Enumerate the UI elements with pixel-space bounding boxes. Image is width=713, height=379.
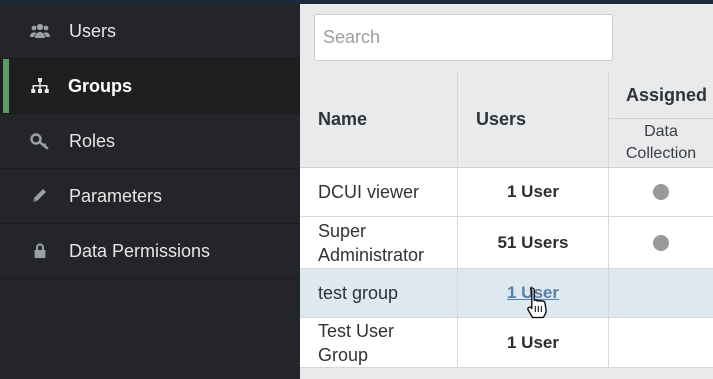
search-input[interactable] bbox=[314, 14, 613, 61]
table-row[interactable]: Test User Group 1 User bbox=[300, 318, 713, 368]
sidebar-item-label: Groups bbox=[68, 75, 133, 96]
table-row[interactable]: Super Administrator 51 Users bbox=[300, 217, 713, 269]
group-name: test group bbox=[318, 283, 399, 303]
sidebar-item-data-permissions[interactable]: Data Permissions bbox=[0, 224, 300, 279]
group-name: DCUI viewer bbox=[318, 182, 420, 202]
user-count: 51 Users bbox=[497, 232, 569, 252]
column-header-users[interactable]: Users bbox=[458, 72, 609, 167]
group-name-cell: test group bbox=[300, 269, 458, 317]
sidebar-item-label: Roles bbox=[69, 130, 116, 151]
user-count-link[interactable]: 1 User bbox=[507, 283, 559, 303]
sidebar-item-users[interactable]: Users bbox=[0, 4, 300, 59]
data-collection-cell bbox=[609, 269, 713, 317]
users-icon bbox=[30, 21, 50, 41]
data-collection-cell bbox=[609, 318, 713, 367]
group-name-cell: Test User Group bbox=[300, 318, 458, 367]
sidebar-item-groups[interactable]: Groups bbox=[0, 59, 300, 114]
assigned-indicator-icon bbox=[653, 184, 669, 200]
column-header-assigned: Assigned bbox=[609, 72, 713, 119]
assigned-indicator-icon bbox=[653, 234, 669, 251]
column-header-data-collection[interactable]: Data Collection bbox=[609, 119, 713, 167]
data-collection-cell bbox=[609, 168, 713, 216]
column-header-label: Name bbox=[318, 109, 368, 129]
column-header-assigned-group: Assigned Data Collection bbox=[609, 72, 713, 167]
group-name: Super bbox=[318, 220, 367, 241]
table-header-row: Name Users Assigned Data Collection bbox=[300, 72, 713, 168]
sidebar-item-label: Data Permissions bbox=[69, 240, 211, 261]
sidebar-item-label: Users bbox=[69, 20, 117, 41]
data-collection-cell bbox=[609, 217, 713, 268]
sidebar-item-roles[interactable]: Roles bbox=[0, 114, 300, 169]
groups-icon bbox=[30, 76, 50, 96]
table-row[interactable]: DCUI viewer 1 User bbox=[300, 168, 713, 217]
sidebar-item-label: Parameters bbox=[69, 185, 163, 206]
pencil-icon bbox=[30, 186, 50, 206]
user-count-cell: 1 User bbox=[458, 168, 609, 216]
group-name-line2: Administrator bbox=[318, 244, 425, 265]
column-header-name[interactable]: Name bbox=[300, 72, 458, 167]
sidebar: Users Groups Roles Parameters Data Permi… bbox=[0, 4, 300, 379]
column-header-label: Data bbox=[644, 123, 678, 140]
lock-icon bbox=[30, 241, 50, 261]
column-header-label: Collection bbox=[625, 145, 697, 162]
sidebar-item-parameters[interactable]: Parameters bbox=[0, 169, 300, 224]
group-name-cell: DCUI viewer bbox=[300, 168, 458, 216]
groups-panel: Name Users Assigned Data Collection DCUI… bbox=[300, 4, 713, 379]
user-count-cell: 51 Users bbox=[458, 217, 609, 268]
group-name-cell: Super Administrator bbox=[300, 217, 458, 268]
user-count: 1 User bbox=[507, 182, 559, 201]
key-icon bbox=[30, 131, 50, 151]
group-name: Test User bbox=[318, 320, 395, 341]
groups-table: Name Users Assigned Data Collection DCUI… bbox=[300, 72, 713, 368]
column-header-label: Users bbox=[476, 109, 527, 129]
user-count: 1 User bbox=[507, 332, 559, 352]
user-count-cell: 1 User bbox=[458, 318, 609, 367]
user-count-cell: 1 User bbox=[458, 269, 609, 317]
table-row[interactable]: test group 1 User bbox=[300, 269, 713, 318]
group-name-line2: Group bbox=[318, 344, 369, 365]
